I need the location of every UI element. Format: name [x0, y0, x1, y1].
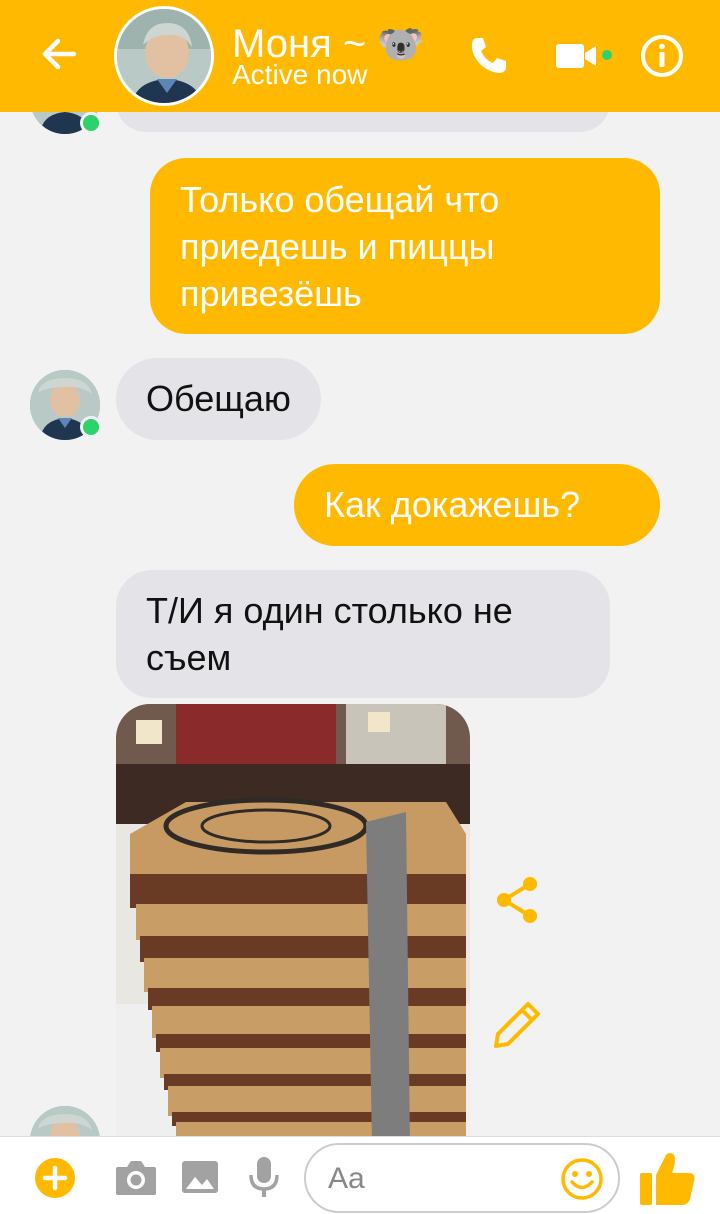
message-input-container[interactable]	[304, 1143, 620, 1213]
online-indicator	[80, 416, 102, 438]
message-bubble-outgoing[interactable]: Как докажешь?	[294, 464, 660, 546]
video-online-dot	[602, 50, 612, 60]
message-composer	[0, 1136, 720, 1214]
camera-icon[interactable]	[114, 1157, 158, 1197]
share-icon[interactable]	[490, 872, 546, 928]
message-input[interactable]	[328, 1157, 548, 1201]
message-bubble-partial	[116, 112, 610, 132]
back-arrow-icon[interactable]	[34, 30, 82, 78]
contact-avatar[interactable]	[114, 6, 214, 106]
emoji-icon[interactable]	[560, 1157, 604, 1201]
gallery-icon[interactable]	[180, 1157, 220, 1197]
plus-icon[interactable]	[34, 1157, 76, 1199]
contact-avatar-small	[30, 1106, 100, 1136]
video-camera-icon[interactable]	[554, 32, 602, 80]
thumbs-up-icon[interactable]	[636, 1147, 698, 1209]
message-bubble-incoming[interactable]: Т/И я один столько не съем	[116, 570, 610, 698]
photo-attachment[interactable]	[116, 704, 470, 1136]
message-bubble-outgoing[interactable]: Только обещай что приедешь и пиццы приве…	[150, 158, 660, 334]
chat-header: Моня ~ 🐨 Active now	[0, 0, 720, 112]
phone-icon[interactable]	[464, 32, 512, 80]
microphone-icon[interactable]	[248, 1155, 280, 1199]
info-icon[interactable]	[638, 32, 686, 80]
koala-emoji: 🐨	[377, 24, 425, 66]
online-indicator	[80, 112, 102, 134]
message-bubble-incoming[interactable]: Обещаю	[116, 358, 321, 440]
message-thread[interactable]: Только обещай что приедешь и пиццы приве…	[0, 112, 720, 1136]
edit-pencil-icon[interactable]	[488, 996, 544, 1052]
active-status: Active now	[232, 59, 368, 90]
